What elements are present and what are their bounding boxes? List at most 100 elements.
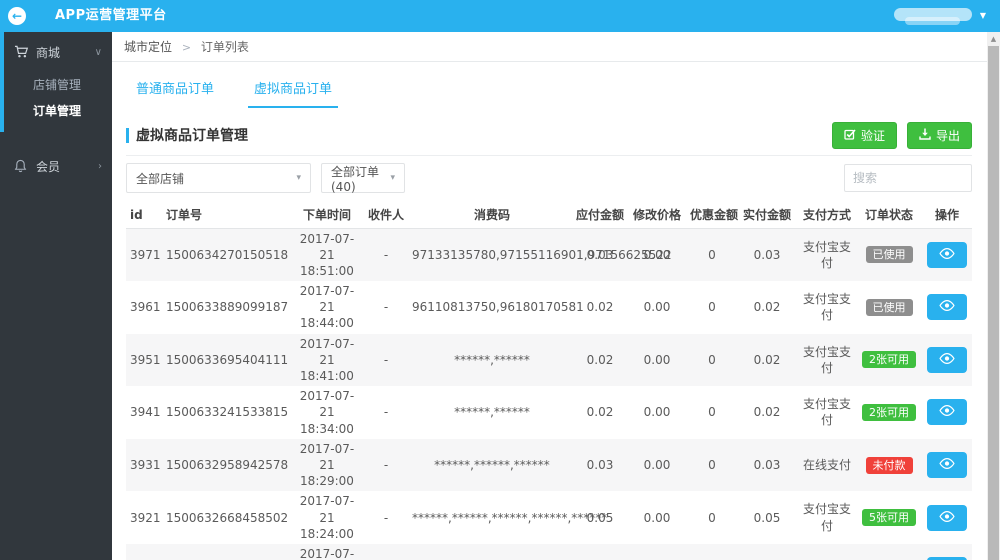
scrollbar-thumb[interactable] [988,46,999,560]
cell-recipient: - [383,352,389,367]
sidebar-item-member[interactable]: 会员 › [0,146,112,186]
cell-id: 3911 [126,544,162,560]
cell-time: 2017-07-21 18:41:00 [299,336,355,383]
sidebar-submenu: 店铺管理 订单管理 [4,72,112,132]
sidebar-item-store-management[interactable]: 店铺管理 [4,72,112,98]
caret-down-icon: ▾ [296,173,301,183]
sidebar-item-order-management[interactable]: 订单管理 [4,98,112,124]
cell-id: 3931 [130,457,161,472]
divider [126,155,972,156]
view-order-button[interactable] [927,346,967,373]
column-header: id [126,202,162,229]
cell-id: 3921 [130,510,161,525]
download-icon [919,128,931,143]
cell-action [922,544,972,560]
table-row: 3921 1500632668458502 2017-07-21 18:24:00 -… [126,491,972,544]
breadcrumb-item[interactable]: 城市定位 [124,40,172,54]
cell-modified: 0.00 [626,544,688,560]
cell-code: 97133135780,97155116901,97156625522 [412,247,672,262]
order-filter-select[interactable]: 全部订单(40) ▾ [321,163,405,194]
cell-status: 已使用 [856,228,922,281]
cell-id: 3971 [130,247,161,262]
cell-paid: 0.03 [753,247,781,262]
cell-status: 2张可用 [856,386,922,439]
cell-code: ******,****** [454,352,530,367]
cell-order_no: 1500632958942578 [166,457,289,472]
main-content: 城市定位 > 订单列表 普通商品订单 虚拟商品订单 虚拟商品订单管理 验证 导出… [112,32,987,560]
verify-button[interactable]: 验证 [831,121,897,149]
cell-order_no: 1500632495821252 [162,544,292,560]
cell-code: ******,****** [454,405,530,420]
view-order-button[interactable] [927,241,967,268]
breadcrumb-separator: > [181,41,192,54]
export-button[interactable]: 导出 [906,121,972,149]
cell-code: ******,******,****** [434,457,550,472]
status-badge: 5张可用 [862,509,916,527]
eye-icon [938,404,956,420]
cell-action [922,386,972,439]
cell-order_no: 1500634270150518 [166,247,289,262]
scrollbar[interactable]: ▲ [987,32,1000,560]
chevron-down-icon: ▼ [979,11,986,20]
cell-payable: 200.00 [574,544,626,560]
top-header: ← APP运营管理平台 ▼ [0,0,1000,32]
chevron-down-icon: ∨ [94,46,102,58]
cell-paid: 0.05 [753,510,781,525]
cell-paid: 0.02 [753,352,781,367]
store-select[interactable]: 全部店铺 ▾ [126,163,311,193]
cell-paid: 0.02 [753,300,781,315]
cell-time: 2017-07-21 18:29:00 [299,441,355,489]
table-row: 3951 1500633695404111 2017-07-21 18:41:00 -… [126,333,972,387]
sidebar-item-label: 会员 [36,159,61,174]
cell-method: 在线支付 [802,457,851,472]
page-title: 虚拟商品订单管理 [136,128,248,144]
scroll-up-icon[interactable]: ▲ [987,35,1000,43]
user-menu[interactable]: ▼ [860,0,990,32]
sidebar: 商城 ∨ 店铺管理 订单管理 会员 › [0,32,112,560]
column-header: 支付方式 [798,202,856,229]
cell-paid: 200.00 [736,544,798,560]
column-header: 收件人 [362,202,410,229]
caret-down-icon: ▾ [390,173,395,183]
cell-modified: 0.00 [643,300,671,315]
cell-payable: 0.03 [586,457,614,472]
cell-action [922,228,972,281]
cell-id: 3951 [130,352,161,367]
view-order-button[interactable] [927,294,967,321]
view-order-button[interactable] [927,504,967,531]
cell-discount: 0 [708,247,716,262]
column-header: 下单时间 [292,202,362,229]
cell-order_no: 1500632668458502 [166,510,289,525]
chevron-right-icon: › [98,160,102,172]
eye-icon [938,299,956,315]
tab-normal-orders[interactable]: 普通商品订单 [130,74,220,108]
view-order-button[interactable] [927,452,967,479]
cell-time: 2017-07-21 18:51:00 [299,231,355,278]
table-row: 3931 1500632958942578 2017-07-21 18:29:00 -… [126,438,972,492]
column-header: 修改价格 [626,202,688,229]
search-input[interactable] [844,164,972,192]
table-row: 3941 1500633241533815 2017-07-21 18:34:00 -… [126,386,972,439]
cell-action [922,334,972,387]
sidebar-item-mall[interactable]: 商城 ∨ [4,32,112,72]
cell-code: ****** [410,544,574,560]
cell-paid: 0.02 [753,405,781,420]
cell-payable: 0.02 [586,352,614,367]
cell-recipient: - [383,300,389,315]
cell-modified: 0.00 [643,510,671,525]
tab-virtual-orders[interactable]: 虚拟商品订单 [248,74,339,108]
back-button[interactable]: ← [8,7,26,25]
bell-icon [14,159,32,173]
cell-modified: 0.00 [643,457,671,472]
cell-method: 在线支付 [798,544,856,560]
status-badge: 已使用 [865,298,913,316]
app-title: APP运营管理平台 [55,8,167,23]
column-header: 订单状态 [856,202,922,229]
cell-status: 已使用 [856,281,922,334]
cell-recipient: - [383,247,389,262]
cell-recipient: - [383,457,389,472]
cell-action [922,439,972,492]
title-accent-bar [126,127,129,143]
view-order-button[interactable] [927,399,967,426]
eye-icon [938,457,956,473]
